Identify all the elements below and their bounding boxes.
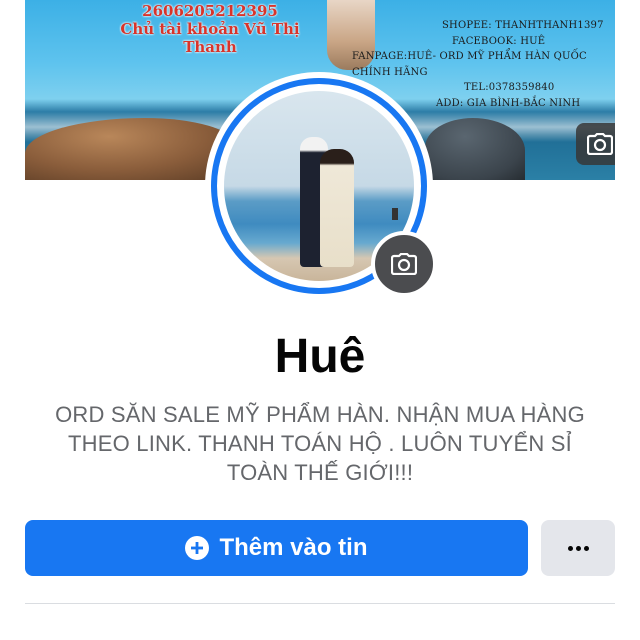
- cover-facebook-line: FACEBOOK: HUÊ: [452, 35, 546, 47]
- edit-avatar-button[interactable]: [371, 231, 437, 297]
- cover-account-number: 2606205212395: [142, 2, 278, 20]
- cover-account-holder: Chủ tài khoản Vũ Thị Thanh: [120, 20, 300, 56]
- plus-circle-icon: [185, 536, 210, 560]
- more-horizontal-icon: [567, 545, 573, 551]
- cover-fanpage-line: FANPAGE:HUÊ- ORD MỸ PHẨM HÀN QUỐC CHÍNH …: [352, 51, 587, 78]
- avatar-buoy: [392, 208, 398, 220]
- add-to-story-label: Thêm vào tin: [219, 534, 368, 561]
- section-divider: [25, 603, 615, 604]
- profile-bio: ORD SĂN SALE MỸ PHẨM HÀN. NHẬN MUA HÀNG …: [55, 402, 585, 485]
- profile-name: Huê: [274, 330, 366, 383]
- camera-icon: [391, 253, 417, 275]
- cover-text-left: 2606205212395 Chủ tài khoản Vũ Thị Thanh: [95, 2, 325, 56]
- more-options-button[interactable]: [541, 520, 615, 576]
- add-to-story-button[interactable]: Thêm vào tin: [25, 520, 528, 576]
- avatar-person-2: [320, 149, 354, 267]
- camera-icon: [587, 133, 613, 155]
- edit-cover-button[interactable]: [576, 123, 615, 165]
- cover-shopee-line: SHOPEE: THANHTHANH1397: [442, 20, 604, 31]
- cover-rock-right: [425, 118, 525, 180]
- cover-tel-line: TEL:0378359840: [464, 82, 555, 94]
